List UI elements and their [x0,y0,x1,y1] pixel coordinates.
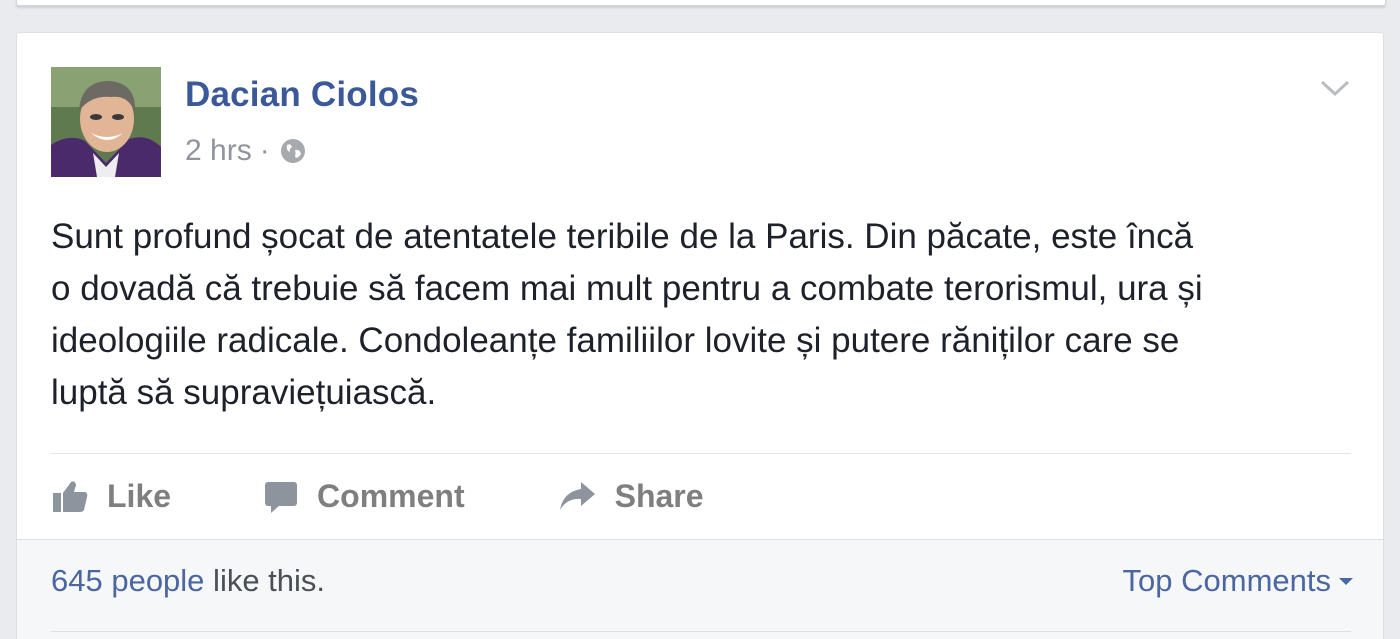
post-options-chevron-down-icon[interactable] [1317,73,1353,103]
comment-label: Comment [317,477,465,514]
share-arrow-icon [559,482,595,510]
likes-suffix: like this. [204,563,326,598]
caret-down-icon [1339,577,1353,585]
meta-separator: · [259,134,270,167]
thumbs-up-icon [53,481,88,512]
share-label: Share [614,477,704,514]
comment-button[interactable]: Comment [263,478,465,515]
post-card: Dacian Ciolos 2 hrs · Sunt profund șocat… [16,32,1384,639]
feed-page: Dacian Ciolos 2 hrs · Sunt profund șocat… [0,0,1400,639]
comments-divider [51,631,1351,632]
actions-top-divider [51,453,1351,454]
like-button[interactable]: Like [51,478,171,515]
post-body-text: Sunt profund șocat de atentatele teribil… [51,217,1203,412]
avatar[interactable] [51,67,161,177]
like-label: Like [107,477,172,514]
top-comments-label: Top Comments [1122,563,1331,598]
share-button[interactable]: Share [557,478,704,515]
top-comments-dropdown[interactable]: Top Comments [1123,563,1353,599]
post-timestamp[interactable]: 2 hrs [185,134,252,168]
likes-summary: 645 people like this. [51,563,325,599]
avatar-photo [51,67,161,177]
previous-post-card-edge [16,0,1386,6]
post-meta: 2 hrs · [185,131,308,171]
globe-icon[interactable] [278,136,308,166]
post-actions-bar: Like Comment Share [51,473,796,519]
author-name-link[interactable]: Dacian Ciolos [185,75,419,115]
likes-count-link[interactable]: 645 people [51,563,204,598]
comment-bubble-icon [265,482,298,513]
